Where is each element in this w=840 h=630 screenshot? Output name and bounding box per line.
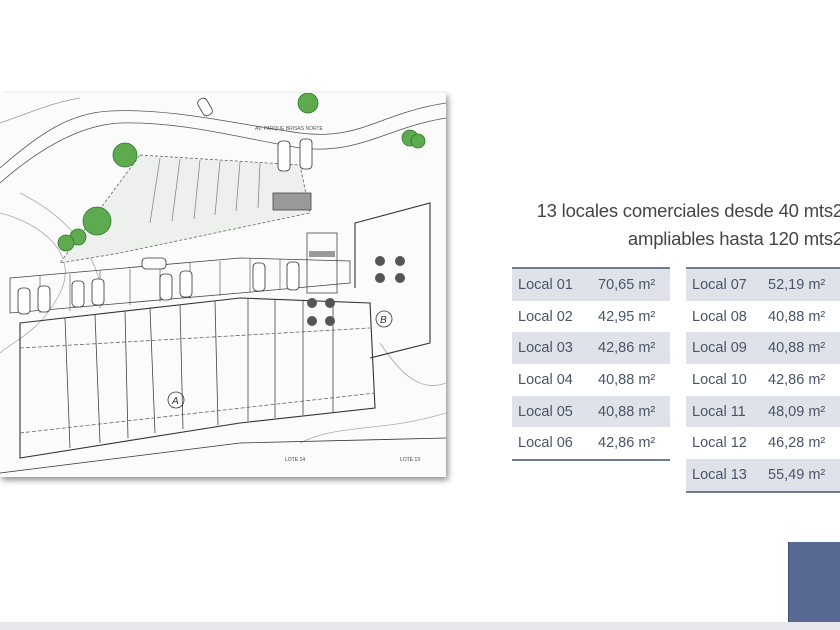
local-name: Local 05 (518, 403, 573, 420)
heading-line-2: ampliables hasta 120 mts2 (627, 228, 840, 249)
table-row: Local 07 52,19 m² (686, 269, 840, 301)
block-a-label: A (171, 396, 179, 407)
lote-14-label: LOTE 14 (285, 457, 305, 463)
locales-table-left: Local 01 70,65 m² Local 02 42,95 m² Local … (512, 267, 670, 462)
table-row: Local 03 42,86 m² (512, 332, 670, 365)
local-area: 42,95 m² (598, 308, 656, 325)
lote-13-label: LOTE 13 (400, 457, 420, 463)
local-name: Local 11 (692, 403, 746, 420)
local-name: Local 12 (692, 435, 747, 452)
local-name: Local 08 (692, 308, 747, 325)
local-area: 40,88 m² (768, 308, 826, 325)
local-area: 40,88 m² (598, 403, 656, 420)
block-b-label: B (380, 315, 387, 326)
table-row: Local 05 40,88 m² (512, 395, 670, 428)
table-row: Local 08 40,88 m² (686, 301, 840, 333)
local-area: 70,65 m² (598, 276, 656, 293)
local-name: Local 10 (692, 371, 747, 388)
table-row: Local 12 46,28 m² (686, 427, 840, 459)
local-area: 52,19 m² (768, 276, 826, 293)
heading-line-1: 13 locales comerciales desde 40 mts2 (536, 200, 840, 221)
table-row: Local 11 48,09 m² (686, 395, 840, 428)
table-row: Local 13 55,49 m² (686, 459, 840, 491)
local-area: 55,49 m² (768, 466, 826, 483)
table-row: Local 06 42,86 m² (512, 427, 670, 459)
local-name: Local 01 (518, 276, 573, 293)
table-row: Local 02 42,95 m² (512, 301, 670, 333)
local-area: 46,28 m² (768, 435, 826, 452)
local-name: Local 02 (518, 308, 573, 325)
local-name: Local 13 (692, 466, 747, 483)
table-row: Local 04 40,88 m² (512, 364, 670, 396)
table-row: Local 01 70,65 m² (512, 269, 670, 301)
site-plan-image: AV. PARQUE BRISAS NORTE A B LOTE 14 LOTE… (0, 93, 446, 477)
local-name: Local 09 (692, 340, 747, 357)
accent-block (788, 542, 840, 622)
local-area: 42,86 m² (768, 371, 826, 388)
local-area: 48,09 m² (768, 403, 826, 420)
local-area: 40,88 m² (598, 371, 656, 388)
local-name: Local 04 (518, 371, 573, 388)
table-row: Local 09 40,88 m² (686, 332, 840, 365)
local-area: 40,88 m² (768, 340, 826, 357)
footer-bar (0, 622, 840, 630)
local-area: 42,86 m² (598, 435, 656, 452)
local-name: Local 03 (518, 340, 573, 357)
local-name: Local 07 (692, 276, 747, 293)
local-name: Local 06 (518, 435, 573, 452)
local-area: 42,86 m² (598, 340, 656, 357)
table-row: Local 10 42,86 m² (686, 364, 840, 396)
locales-table-right: Local 07 52,19 m² Local 08 40,88 m² Local … (686, 267, 840, 493)
street-label: AV. PARQUE BRISAS NORTE (255, 126, 324, 132)
